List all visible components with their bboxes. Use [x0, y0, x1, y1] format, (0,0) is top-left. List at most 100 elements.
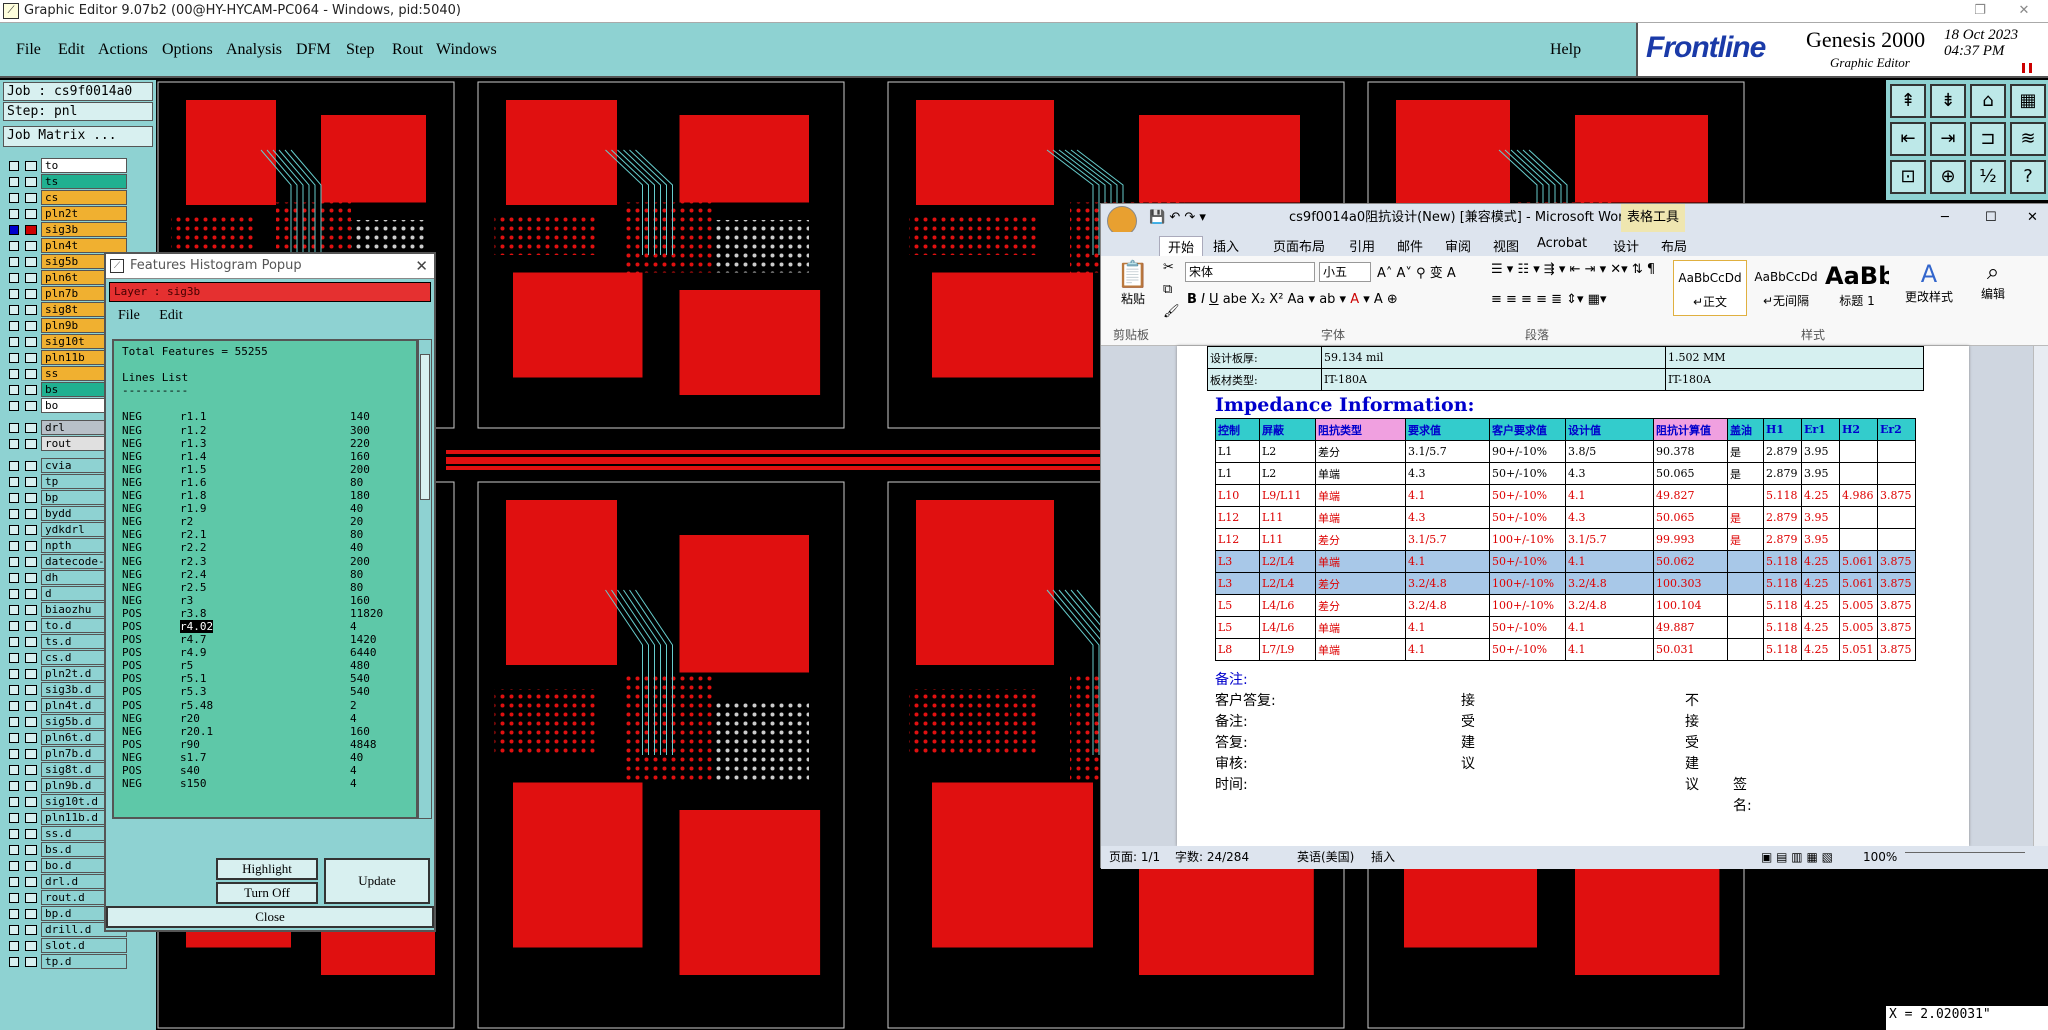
layer-checkbox[interactable] — [9, 305, 19, 315]
layer-checkbox[interactable] — [9, 401, 19, 411]
layer-checkbox[interactable] — [9, 717, 19, 727]
layer-name[interactable]: ts — [41, 174, 127, 189]
pan-left-icon[interactable]: ⇤ — [1890, 122, 1926, 156]
layer-checkbox[interactable] — [9, 225, 19, 235]
editing-button[interactable]: ⌕ 编辑 — [1971, 260, 2015, 302]
histogram-row[interactable]: POS r90 4848 — [114, 738, 416, 751]
menu-rout[interactable]: Rout — [392, 41, 423, 59]
layer-checkbox[interactable] — [9, 909, 19, 919]
font-grow-icons[interactable]: A˄ A˅ ⚲ 变 A — [1377, 262, 1456, 281]
layer-checkbox[interactable] — [9, 749, 19, 759]
layer-checkbox[interactable] — [9, 209, 19, 219]
histogram-row[interactable]: NEG r1.2 300 — [114, 424, 416, 437]
layer-checkbox[interactable] — [9, 781, 19, 791]
list-icons[interactable]: ☰ ▾ ☷ ▾ ⇶ ▾ ⇤ ⇥ ▾ ✕▾ ⇅ ¶ — [1491, 262, 1655, 277]
layer-display-toggle[interactable] — [25, 781, 37, 791]
menu-actions[interactable]: Actions — [98, 41, 148, 59]
layer-display-toggle[interactable] — [25, 557, 37, 567]
impedance-row[interactable]: L3 L2/L4 单端 4.1 50+/-10% 4.1 50.062 5.118 4.25 5.… — [1215, 550, 1916, 573]
layer-checkbox[interactable] — [9, 321, 19, 331]
impedance-row[interactable]: L8 L7/L9 单端 4.1 50+/-10% 4.1 50.031 5.118 4.25 5.… — [1215, 638, 1916, 661]
histogram-row[interactable]: NEG r20 4 — [114, 712, 416, 725]
layer-display-toggle[interactable] — [25, 177, 37, 187]
layer-checkbox[interactable] — [9, 621, 19, 631]
popup-menu-file[interactable]: File — [118, 308, 140, 323]
layer-display-toggle[interactable] — [25, 845, 37, 855]
layer-display-toggle[interactable] — [25, 637, 37, 647]
style-no-spacing[interactable]: AaBbCcDd ↵无间隔 — [1749, 260, 1823, 316]
ribbon-tab[interactable]: Acrobat — [1537, 236, 1587, 251]
pan-right-icon[interactable]: ⇥ — [1930, 122, 1966, 156]
histogram-row[interactable]: NEG r2.4 80 — [114, 568, 416, 581]
impedance-row[interactable]: L12 L11 单端 4.3 50+/-10% 4.3 50.065 是 2.879 3.95 — [1215, 506, 1916, 529]
histogram-row[interactable]: NEG s150 4 — [114, 777, 416, 790]
layer-display-toggle[interactable] — [25, 621, 37, 631]
layer-display-toggle[interactable] — [25, 337, 37, 347]
grid-icon[interactable]: ▦ — [2010, 84, 2046, 118]
layer-checkbox[interactable] — [9, 241, 19, 251]
restore-icon[interactable]: ❐ — [1960, 0, 2000, 22]
layer-display-toggle[interactable] — [25, 877, 37, 887]
ribbon-tab[interactable]: 布局 — [1661, 236, 1687, 255]
impedance-row[interactable]: L5 L4/L6 差分 3.2/4.8 100+/-10% 3.2/4.8 100.104 5… — [1215, 594, 1916, 617]
layer-checkbox[interactable] — [9, 733, 19, 743]
menu-dfm[interactable]: DFM — [296, 41, 331, 59]
impedance-row[interactable]: L12 L11 差分 3.1/5.7 100+/-10% 3.1/5.7 99.993 是 2.… — [1215, 528, 1916, 551]
layer-checkbox[interactable] — [9, 337, 19, 347]
layer-display-toggle[interactable] — [25, 305, 37, 315]
layer-row[interactable]: ts — [3, 174, 153, 190]
font-name-select[interactable]: 宋体 — [1185, 262, 1315, 282]
close-button[interactable]: Close — [106, 906, 434, 928]
layer-checkbox[interactable] — [9, 941, 19, 951]
layer-row[interactable]: pln2t — [3, 206, 153, 222]
layer-checkbox[interactable] — [9, 161, 19, 171]
layer-name[interactable]: sig3b — [41, 222, 127, 237]
layer-display-toggle[interactable] — [25, 829, 37, 839]
layer-display-toggle[interactable] — [25, 717, 37, 727]
vertical-scrollbar[interactable] — [2033, 346, 2048, 846]
layer-display-toggle[interactable] — [25, 653, 37, 663]
layer-display-toggle[interactable] — [25, 893, 37, 903]
histogram-row[interactable]: NEG r1.6 80 — [114, 476, 416, 489]
layer-row[interactable]: tp.d — [3, 954, 153, 970]
histogram-row[interactable]: POS r4.02 4 — [114, 619, 416, 633]
layer-checkbox[interactable] — [9, 861, 19, 871]
histogram-row[interactable]: NEG r20.1 160 — [114, 725, 416, 738]
turn-off-button[interactable]: Turn Off — [216, 882, 318, 904]
impedance-row[interactable]: L1 L2 单端 4.3 50+/-10% 4.3 50.065 是 2.879 3.95 — [1215, 462, 1916, 485]
menu-windows[interactable]: Windows — [436, 41, 497, 59]
layer-display-toggle[interactable] — [25, 423, 37, 433]
histogram-row[interactable]: POS r5.1 540 — [114, 672, 416, 685]
layer-checkbox[interactable] — [9, 877, 19, 887]
layer-display-toggle[interactable] — [25, 589, 37, 599]
scrollbar-thumb[interactable] — [420, 354, 430, 500]
ribbon-tab[interactable]: 邮件 — [1397, 236, 1423, 255]
layer-display-toggle[interactable] — [25, 733, 37, 743]
zoom-home-icon[interactable]: ⇞ — [1890, 84, 1926, 118]
layer-display-toggle[interactable] — [25, 161, 37, 171]
layer-checkbox[interactable] — [9, 289, 19, 299]
layer-checkbox[interactable] — [9, 701, 19, 711]
layer-checkbox[interactable] — [9, 557, 19, 567]
layer-checkbox[interactable] — [9, 957, 19, 967]
layer-checkbox[interactable] — [9, 439, 19, 449]
home-view-icon[interactable]: ⌂ — [1970, 84, 2006, 118]
layer-checkbox[interactable] — [9, 685, 19, 695]
layer-checkbox[interactable] — [9, 257, 19, 267]
style-normal[interactable]: AaBbCcDd ↵正文 — [1673, 260, 1747, 316]
layer-display-toggle[interactable] — [25, 321, 37, 331]
layer-name[interactable]: pln2t — [41, 206, 127, 221]
help-icon[interactable]: ? — [2010, 160, 2046, 194]
histogram-row[interactable]: POS r3.8 11820 — [114, 607, 416, 620]
center-icon[interactable]: ⊕ — [1930, 160, 1966, 194]
layer-name[interactable]: pln4t — [41, 238, 127, 253]
layer-checkbox[interactable] — [9, 813, 19, 823]
popup-close-icon[interactable]: ✕ — [415, 254, 428, 278]
layer-checkbox[interactable] — [9, 177, 19, 187]
format-painter-icon[interactable]: 🖌 — [1163, 304, 1180, 319]
layer-display-toggle[interactable] — [25, 509, 37, 519]
layer-display-toggle[interactable] — [25, 765, 37, 775]
layer-row[interactable]: sig3b — [3, 222, 153, 238]
layer-checkbox[interactable] — [9, 765, 19, 775]
layer-checkbox[interactable] — [9, 541, 19, 551]
